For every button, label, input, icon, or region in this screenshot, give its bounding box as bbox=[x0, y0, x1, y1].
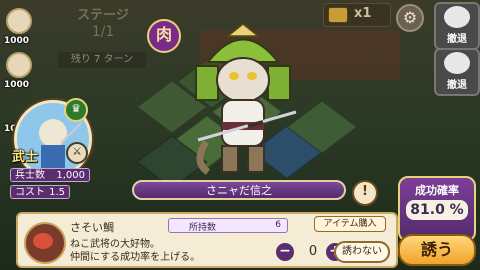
sword-icon: ⚔ bbox=[66, 142, 88, 164]
retreat-button[interactable]: 撤退 bbox=[434, 2, 480, 50]
quantity-value: 0 bbox=[308, 244, 318, 259]
owned-count: 所持数 6 bbox=[168, 218, 288, 233]
item-description: ねこ武将の大好物。 仲間にする成功率を上げる。 bbox=[70, 238, 200, 264]
owned-value: 6 bbox=[275, 220, 281, 230]
panda-icon bbox=[444, 52, 470, 74]
stage-panel: ステージ 1/1 bbox=[60, 4, 146, 46]
info-icon[interactable]: ! bbox=[352, 180, 378, 206]
retreat-button[interactable]: 撤退 bbox=[434, 48, 480, 96]
panda-icon bbox=[444, 6, 470, 28]
stat-label: コスト bbox=[15, 187, 45, 198]
soldier-count-bar: 兵士数 1,000 bbox=[10, 168, 90, 182]
item-panel: さそい鯛 所持数 6 アイテム購入 ねこ武将の大好物。 仲間にする成功率を上げる… bbox=[16, 212, 398, 268]
decrement-button[interactable]: − bbox=[276, 243, 294, 261]
item-chest-counter[interactable]: x1 bbox=[323, 3, 391, 27]
success-rate-title: 成功確率 bbox=[415, 184, 459, 197]
decline-invite-button[interactable]: 誘わない bbox=[334, 241, 390, 263]
crown-icon: ♛ bbox=[64, 98, 88, 122]
settings-button[interactable]: ⚙ bbox=[396, 4, 424, 32]
buy-item-button[interactable]: アイテム購入 bbox=[314, 216, 386, 232]
item-desc-line: ねこ武将の大好物。 bbox=[70, 239, 160, 250]
invite-button[interactable]: 誘う bbox=[398, 234, 476, 266]
stat-value: 1.5 bbox=[49, 187, 65, 198]
gear-icon: ⚙ bbox=[402, 8, 418, 27]
turns-remaining: 残り 7 ターン bbox=[58, 52, 146, 68]
success-rate-value: 81.0 % bbox=[406, 200, 468, 220]
stat-value: 1,000 bbox=[56, 170, 85, 181]
success-rate-panel: 成功確率 81.0 % bbox=[398, 176, 476, 242]
item-name: さそい鯛 bbox=[70, 221, 114, 234]
fish-shape bbox=[33, 233, 53, 249]
chest-count: x1 bbox=[354, 6, 372, 21]
samurai-cat-sprite bbox=[188, 22, 298, 182]
stage-count: 1/1 bbox=[91, 24, 115, 40]
target-name: さニャだ信之 bbox=[132, 180, 346, 200]
stage-title: ステージ bbox=[77, 8, 129, 23]
retreat-label: 撤退 bbox=[447, 34, 467, 45]
roster-value: 1000 bbox=[4, 36, 30, 46]
fish-icon bbox=[24, 222, 66, 264]
stat-label: 兵士数 bbox=[15, 170, 45, 181]
chest-icon bbox=[328, 7, 348, 23]
cost-bar: コスト 1.5 bbox=[10, 185, 70, 199]
roster-avatar[interactable] bbox=[6, 8, 32, 34]
roster-value: 1000 bbox=[4, 80, 30, 90]
unit-class: 武士 bbox=[12, 150, 39, 165]
paw-badge[interactable]: 肉 bbox=[147, 19, 181, 53]
item-desc-line: 仲間にする成功率を上げる。 bbox=[70, 252, 201, 263]
owned-label: 所持数 bbox=[189, 223, 217, 233]
retreat-label: 撤退 bbox=[447, 80, 467, 91]
roster-avatar[interactable] bbox=[6, 52, 32, 78]
